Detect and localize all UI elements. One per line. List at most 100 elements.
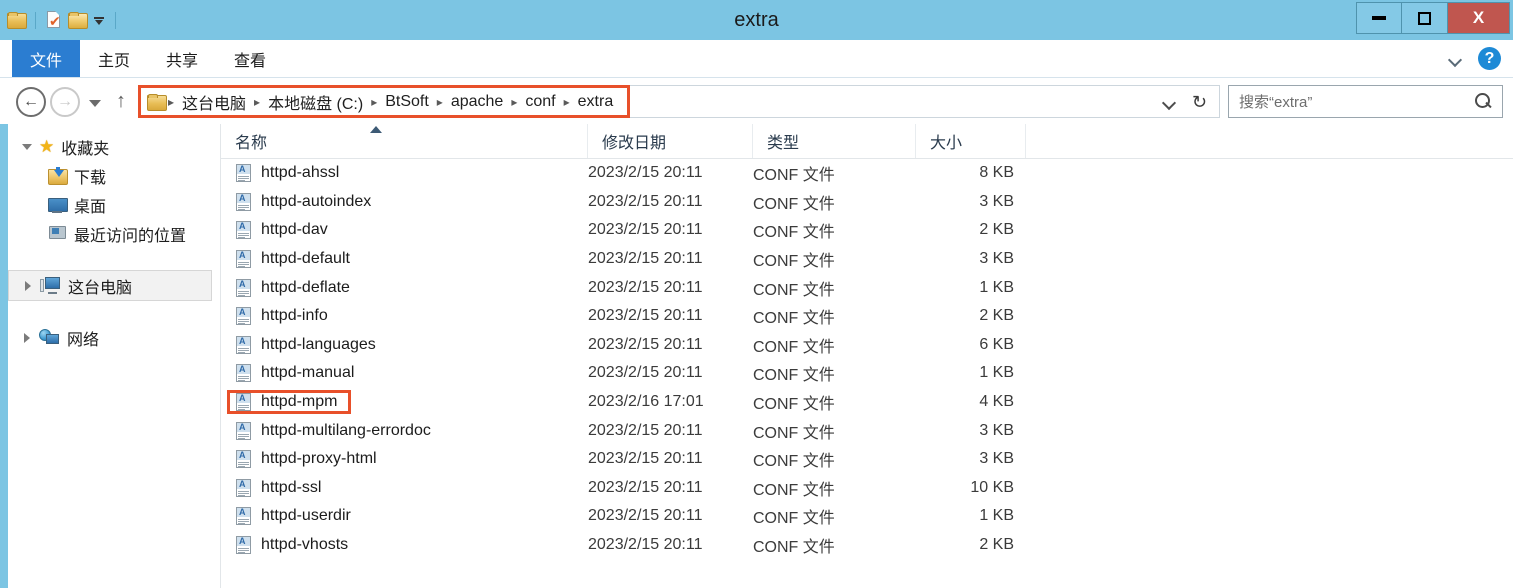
table-row[interactable]: Ahttpd-dav 2023/2/15 20:11 CONF 文件 2 KB [221, 216, 1513, 245]
breadcrumb-item-5[interactable]: extra [572, 93, 620, 111]
file-name-cell[interactable]: Ahttpd-vhosts [221, 535, 588, 555]
up-button[interactable]: ↑ [110, 89, 132, 115]
conf-file-icon-glyph: A [239, 364, 246, 375]
search-input[interactable]: 搜索“extra” [1228, 85, 1503, 118]
file-name-label: httpd-ssl [261, 478, 322, 496]
breadcrumb-item-4[interactable]: conf [519, 93, 561, 111]
tab-file[interactable]: 文件 [12, 40, 81, 77]
chevron-down-icon[interactable] [22, 142, 32, 152]
star-icon: ★ [39, 137, 55, 156]
file-name-cell[interactable]: Ahttpd-userdir [221, 506, 588, 526]
breadcrumb-item-3[interactable]: apache [445, 93, 510, 111]
file-size-cell: 2 KB [979, 221, 1014, 239]
file-date-cell: 2023/2/15 20:11 [588, 536, 703, 554]
file-date-cell: 2023/2/15 20:11 [588, 335, 703, 353]
properties-doc-check-icon[interactable]: ✔ [45, 11, 63, 29]
file-type-cell: CONF 文件 [753, 195, 835, 213]
chevron-down-icon[interactable] [1448, 51, 1464, 67]
close-button[interactable]: X [1448, 2, 1510, 34]
tab-share[interactable]: 共享 [148, 40, 216, 77]
table-row[interactable]: Ahttpd-autoindex 2023/2/15 20:11 CONF 文件 3 … [221, 188, 1513, 217]
conf-file-icon: A [235, 449, 253, 469]
sidebar-item-desktop[interactable]: 桌面 [8, 190, 220, 219]
tab-view[interactable]: 查看 [216, 40, 284, 77]
table-row[interactable]: Ahttpd-default 2023/2/15 20:11 CONF 文件 3 KB [221, 245, 1513, 274]
sidebar-item-this-pc[interactable]: 这台电脑 [8, 270, 212, 301]
file-type-cell: CONF 文件 [753, 539, 835, 557]
conf-file-icon-glyph: A [239, 221, 246, 232]
refresh-icon[interactable]: ↻ [1192, 93, 1207, 111]
file-name-cell[interactable]: Ahttpd-ahssl [221, 163, 588, 183]
forward-button[interactable]: → [50, 86, 80, 117]
file-size-cell: 3 KB [979, 192, 1014, 210]
chevron-right-icon[interactable] [22, 332, 32, 343]
conf-file-icon: A [235, 421, 253, 441]
table-row[interactable]: Ahttpd-vhosts 2023/2/15 20:11 CONF 文件 2 KB [221, 531, 1513, 560]
sidebar-item-label: 桌面 [74, 198, 107, 216]
back-button[interactable]: ← [16, 86, 46, 117]
new-folder-icon[interactable] [68, 12, 88, 29]
conf-file-icon: A [235, 335, 253, 355]
column-header-type[interactable]: 类型 [753, 124, 916, 158]
maximize-button[interactable] [1402, 2, 1448, 34]
navigation-pane: ★ 收藏夹 下载 桌面 最近访问的位置 这台电脑 网络 [8, 124, 221, 588]
file-name-cell[interactable]: Ahttpd-dav [221, 220, 588, 240]
sidebar-item-network[interactable]: 网络 [8, 323, 220, 352]
quick-access-toolbar: ✔ [0, 6, 120, 34]
file-date-cell: 2023/2/15 20:11 [588, 507, 703, 525]
file-type-cell: CONF 文件 [753, 224, 835, 242]
file-name-cell[interactable]: Ahttpd-default [221, 249, 588, 269]
column-header-date-modified[interactable]: 修改日期 [588, 124, 753, 158]
file-size-cell: 3 KB [979, 250, 1014, 268]
column-header-size[interactable]: 大小 [916, 124, 1026, 158]
chevron-right-icon[interactable] [23, 280, 33, 291]
file-name-cell[interactable]: Ahttpd-deflate [221, 278, 588, 298]
conf-file-icon: A [235, 392, 253, 412]
recent-locations-caret-icon[interactable] [84, 91, 106, 113]
file-size-cell: 1 KB [979, 364, 1014, 382]
table-row[interactable]: Ahttpd-ssl 2023/2/15 20:11 CONF 文件 10 KB [221, 474, 1513, 503]
history-chevron-icon[interactable] [1162, 95, 1176, 109]
sidebar-item-downloads[interactable]: 下载 [8, 161, 220, 190]
file-name-cell[interactable]: Ahttpd-autoindex [221, 192, 588, 212]
breadcrumb-item-0[interactable]: 这台电脑 [176, 90, 252, 114]
table-row[interactable]: Ahttpd-deflate 2023/2/15 20:11 CONF 文件 1 KB [221, 273, 1513, 302]
file-name-cell[interactable]: Ahttpd-languages [221, 335, 588, 355]
search-placeholder: 搜索“extra” [1239, 94, 1313, 111]
breadcrumb-item-1[interactable]: 本地磁盘 (C:) [262, 90, 369, 114]
table-row[interactable]: Ahttpd-manual 2023/2/15 20:11 CONF 文件 1 KB [221, 359, 1513, 388]
customize-qat-caret-icon[interactable] [92, 13, 106, 27]
tab-home[interactable]: 主页 [80, 40, 148, 77]
window-controls: X [1356, 2, 1510, 34]
folder-icon[interactable] [7, 12, 27, 29]
table-row[interactable]: Ahttpd-multilang-errordoc 2023/2/15 20:11… [221, 416, 1513, 445]
column-header-label: 名称 [235, 135, 268, 152]
breadcrumb[interactable]: ▸ 这台电脑 ▸ 本地磁盘 (C:) ▸ BtSoft ▸ apache ▸ c… [138, 85, 631, 118]
file-name-label: httpd-vhosts [261, 536, 349, 554]
help-icon[interactable]: ? [1478, 47, 1501, 70]
breadcrumb-separator-5: ▸ [563, 94, 570, 109]
table-row[interactable]: Ahttpd-proxy-html 2023/2/15 20:11 CONF 文件 3… [221, 445, 1513, 474]
file-name-label: httpd-proxy-html [261, 450, 377, 468]
minimize-button[interactable] [1356, 2, 1402, 34]
table-row[interactable]: Ahttpd-mpm 2023/2/16 17:01 CONF 文件 4 KB [221, 388, 1513, 417]
table-row[interactable]: Ahttpd-languages 2023/2/15 20:11 CONF 文件 6 … [221, 331, 1513, 360]
sidebar-item-favorites[interactable]: ★ 收藏夹 [8, 132, 220, 161]
conf-file-icon-glyph: A [239, 421, 246, 432]
table-row[interactable]: Ahttpd-info 2023/2/15 20:11 CONF 文件 2 KB [221, 302, 1513, 331]
breadcrumb-item-2[interactable]: BtSoft [379, 93, 435, 111]
sidebar-item-recent-places[interactable]: 最近访问的位置 [8, 219, 220, 248]
file-name-cell[interactable]: Ahttpd-proxy-html [221, 449, 588, 469]
file-name-cell[interactable]: Ahttpd-ssl [221, 478, 588, 498]
file-name-cell[interactable]: Ahttpd-info [221, 306, 588, 326]
table-row[interactable]: Ahttpd-userdir 2023/2/15 20:11 CONF 文件 1 KB [221, 502, 1513, 531]
conf-file-icon-glyph: A [239, 278, 246, 289]
file-name-cell[interactable]: Ahttpd-mpm [221, 392, 588, 412]
file-name-cell[interactable]: Ahttpd-multilang-errordoc [221, 421, 588, 441]
column-header-name[interactable]: 名称 [221, 124, 588, 158]
recent-places-icon [48, 225, 67, 242]
file-type-cell: CONF 文件 [753, 310, 835, 328]
table-row[interactable]: Ahttpd-ahssl 2023/2/15 20:11 CONF 文件 8 KB [221, 159, 1513, 188]
search-icon[interactable] [1475, 93, 1492, 110]
file-name-cell[interactable]: Ahttpd-manual [221, 363, 588, 383]
